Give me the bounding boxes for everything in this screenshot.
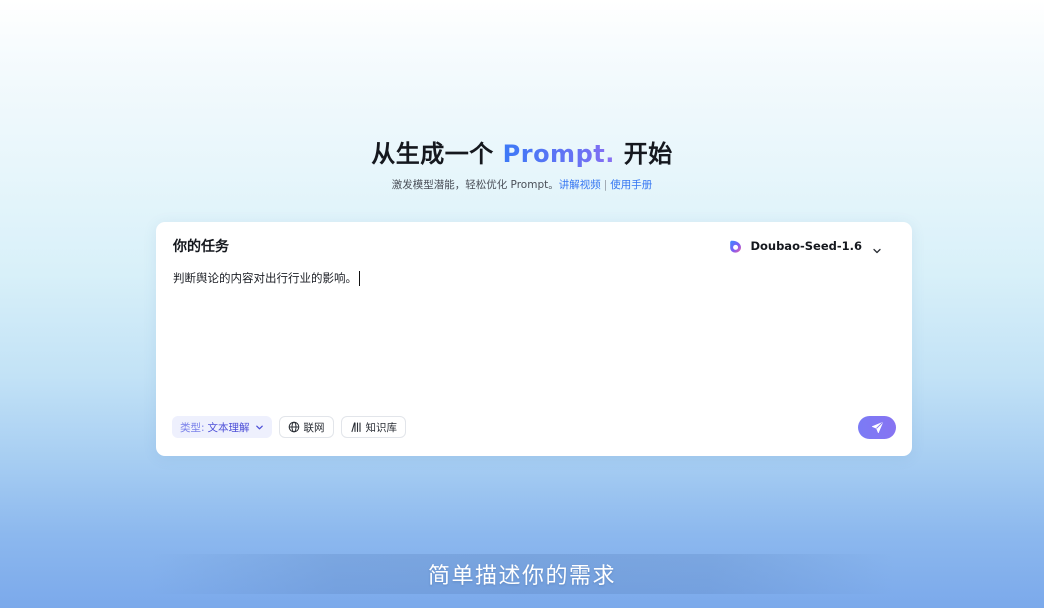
knowledge-base-label: 知识库 xyxy=(365,421,398,434)
doubao-logo-icon xyxy=(728,239,743,254)
type-dropdown[interactable]: 类型: 文本理解 xyxy=(172,416,272,438)
type-value: 文本理解 xyxy=(207,421,250,434)
knowledge-base-button[interactable]: 知识库 xyxy=(340,416,407,438)
task-card: 你的任务 Doubao-Seed-1.6 判断舆论的内容对出行行业的影响。 类型… xyxy=(156,222,912,456)
globe-icon xyxy=(288,421,300,433)
chevron-down-icon xyxy=(255,423,264,432)
hero-section: 从生成一个 Prompt. 开始 激发模型潜能，轻松优化 Prompt。讲解视频… xyxy=(0,137,1044,193)
title-accent: Prompt. xyxy=(502,140,615,168)
send-icon xyxy=(871,421,884,434)
page-subtitle: 激发模型潜能，轻松优化 Prompt。讲解视频 | 使用手册 xyxy=(0,177,1044,193)
send-button[interactable] xyxy=(858,416,896,439)
web-search-toggle[interactable]: 联网 xyxy=(278,416,334,438)
type-label: 类型: xyxy=(180,421,205,434)
title-suffix: 开始 xyxy=(614,140,673,168)
input-toolbar: 类型: 文本理解 联网 知识库 xyxy=(172,416,407,438)
title-prefix: 从生成一个 xyxy=(371,140,503,168)
link-separator: | xyxy=(603,179,608,191)
task-heading: 你的任务 xyxy=(173,239,229,255)
books-icon xyxy=(350,421,362,433)
model-selector[interactable]: Doubao-Seed-1.6 xyxy=(728,236,882,256)
web-search-label: 联网 xyxy=(303,421,325,434)
page-title: 从生成一个 Prompt. 开始 xyxy=(0,137,1044,171)
chevron-down-icon xyxy=(872,241,882,254)
video-caption: 简单描述你的需求 xyxy=(427,564,616,589)
user-manual-link[interactable]: 使用手册 xyxy=(610,179,652,191)
task-input[interactable]: 判断舆论的内容对出行行业的影响。 xyxy=(173,270,360,286)
model-name: Doubao-Seed-1.6 xyxy=(750,239,862,253)
text-caret xyxy=(359,270,360,286)
video-tutorial-link[interactable]: 讲解视频 xyxy=(559,179,601,191)
subtitle-text: 激发模型潜能，轻松优化 Prompt。 xyxy=(391,179,559,191)
task-input-value: 判断舆论的内容对出行行业的影响。 xyxy=(173,271,357,285)
